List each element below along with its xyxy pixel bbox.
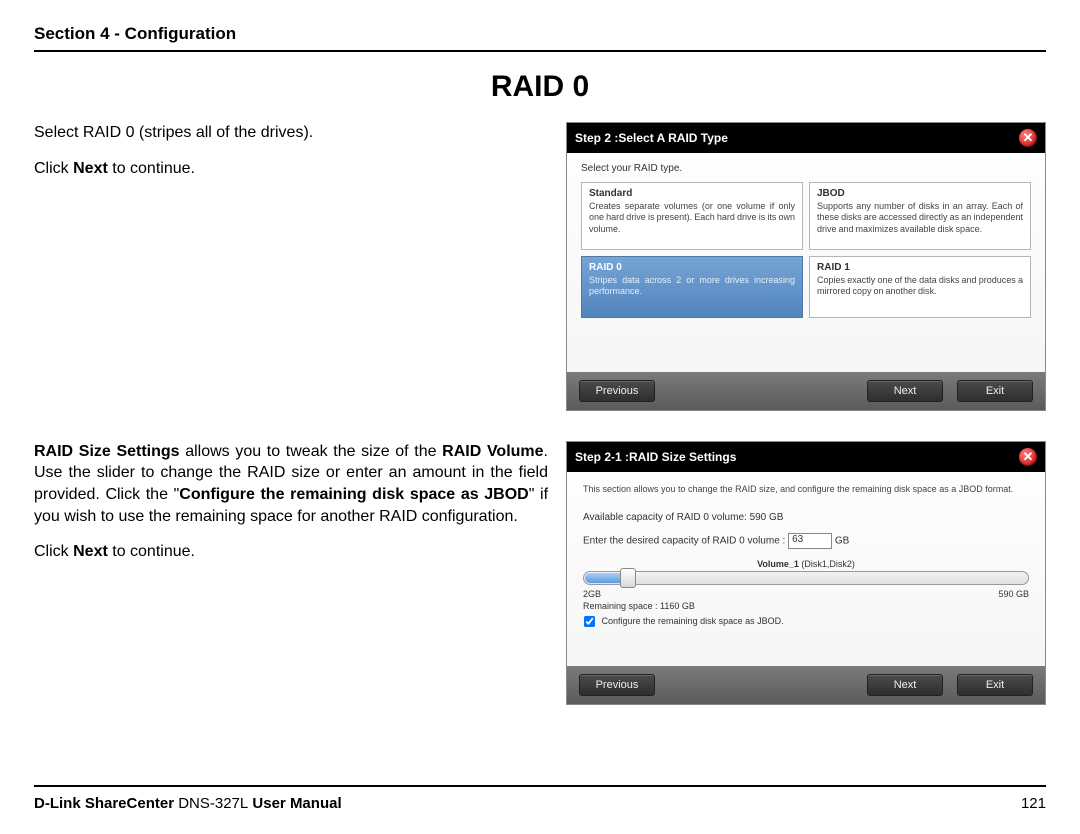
jbod-checkbox-row: Configure the remaining disk space as JB…	[583, 615, 1029, 628]
page-footer: D-Link ShareCenter DNS-327L User Manual …	[34, 785, 1046, 812]
raid-option-raid1[interactable]: RAID 1 Copies exactly one of the data di…	[809, 256, 1031, 318]
previous-button[interactable]: Previous	[579, 380, 655, 402]
enter-capacity-label: Enter the desired capacity of RAID 0 vol…	[583, 535, 785, 546]
close-icon[interactable]: ✕	[1019, 129, 1037, 147]
footer-left: D-Link ShareCenter DNS-327L User Manual	[34, 795, 342, 812]
vol-name: Volume_1	[757, 559, 799, 569]
raid-options-grid: Standard Creates separate volumes (or on…	[581, 182, 1031, 318]
content-row-1: Select RAID 0 (stripes all of the drives…	[34, 122, 1046, 411]
select-raid-label: Select your RAID type.	[581, 163, 1031, 174]
card-desc: Creates separate volumes (or one volume …	[589, 201, 795, 235]
page-number: 121	[1021, 795, 1046, 812]
instruction-text-1: Select RAID 0 (stripes all of the drives…	[34, 122, 548, 411]
capacity-unit: GB	[835, 535, 849, 546]
instr2-line2: Click Next to continue.	[34, 541, 548, 563]
t: to continue.	[108, 160, 195, 177]
size-intro-text: This section allows you to change the RA…	[583, 484, 1029, 494]
exit-button[interactable]: Exit	[957, 674, 1033, 696]
available-capacity-label: Available capacity of RAID 0 volume: 590…	[583, 512, 1029, 523]
card-title: RAID 0	[589, 262, 795, 273]
t-bold: Configure the remaining disk space as JB…	[179, 486, 528, 503]
slider-endpoints: 2GB 590 GB	[583, 589, 1029, 599]
instruction-text-2: RAID Size Settings allows you to tweak t…	[34, 441, 548, 705]
dialog-select-raid-type: Step 2 :Select A RAID Type ✕ Select your…	[566, 122, 1046, 411]
next-button[interactable]: Next	[867, 674, 943, 696]
t: to continue.	[108, 543, 195, 560]
dialog-footer: Previous Next Exit	[567, 666, 1045, 704]
dialog-raid-size-settings: Step 2-1 :RAID Size Settings ✕ This sect…	[566, 441, 1046, 705]
slider-thumb[interactable]	[620, 568, 636, 588]
size-slider[interactable]	[583, 571, 1029, 585]
page-title: RAID 0	[34, 70, 1046, 104]
card-desc: Supports any number of disks in an array…	[817, 201, 1023, 235]
t-bold: RAID Size Settings	[34, 443, 180, 460]
slider-max: 590 GB	[998, 589, 1029, 599]
t: Click	[34, 543, 73, 560]
slider-track	[583, 571, 1029, 585]
dialog-header: Step 2 :Select A RAID Type ✕	[567, 123, 1045, 153]
previous-button[interactable]: Previous	[579, 674, 655, 696]
dialog-title: Step 2-1 :RAID Size Settings	[575, 450, 736, 464]
enter-capacity-row: Enter the desired capacity of RAID 0 vol…	[583, 533, 1029, 549]
card-title: RAID 1	[817, 262, 1023, 273]
exit-button[interactable]: Exit	[957, 380, 1033, 402]
instr2-para: RAID Size Settings allows you to tweak t…	[34, 441, 548, 527]
raid-option-jbod[interactable]: JBOD Supports any number of disks in an …	[809, 182, 1031, 250]
dialog-header: Step 2-1 :RAID Size Settings ✕	[567, 442, 1045, 472]
instr1-line1: Select RAID 0 (stripes all of the drives…	[34, 122, 548, 144]
close-icon[interactable]: ✕	[1019, 448, 1037, 466]
volume-label: Volume_1 (Disk1,Disk2)	[583, 559, 1029, 569]
t: allows you to tweak the size of the	[180, 443, 443, 460]
raid-option-raid0[interactable]: RAID 0 Stripes data across 2 or more dri…	[581, 256, 803, 318]
raid-option-standard[interactable]: Standard Creates separate volumes (or on…	[581, 182, 803, 250]
footer-model: DNS-327L	[178, 795, 248, 812]
next-button[interactable]: Next	[867, 380, 943, 402]
content-row-2: RAID Size Settings allows you to tweak t…	[34, 441, 1046, 705]
t-bold: Next	[73, 543, 108, 560]
dialog-footer: Previous Next Exit	[567, 372, 1045, 410]
jbod-checkbox[interactable]	[584, 616, 595, 627]
card-title: Standard	[589, 188, 795, 199]
t-bold: Next	[73, 160, 108, 177]
instr1-line2: Click Next to continue.	[34, 158, 548, 180]
t: Click	[34, 160, 73, 177]
footer-brand: D-Link ShareCenter	[34, 795, 178, 812]
jbod-checkbox-label: Configure the remaining disk space as JB…	[602, 616, 784, 626]
slider-min: 2GB	[583, 589, 601, 599]
remaining-space-label: Remaining space : 1160 GB	[583, 601, 1029, 611]
dialog-title: Step 2 :Select A RAID Type	[575, 131, 728, 145]
card-title: JBOD	[817, 188, 1023, 199]
card-desc: Copies exactly one of the data disks and…	[817, 275, 1023, 298]
section-header: Section 4 - Configuration	[34, 24, 1046, 52]
t-bold: RAID Volume	[442, 443, 543, 460]
footer-suffix: User Manual	[248, 795, 341, 812]
capacity-input[interactable]: 63	[788, 533, 832, 549]
vol-disks: (Disk1,Disk2)	[799, 559, 855, 569]
card-desc: Stripes data across 2 or more drives inc…	[589, 275, 795, 298]
